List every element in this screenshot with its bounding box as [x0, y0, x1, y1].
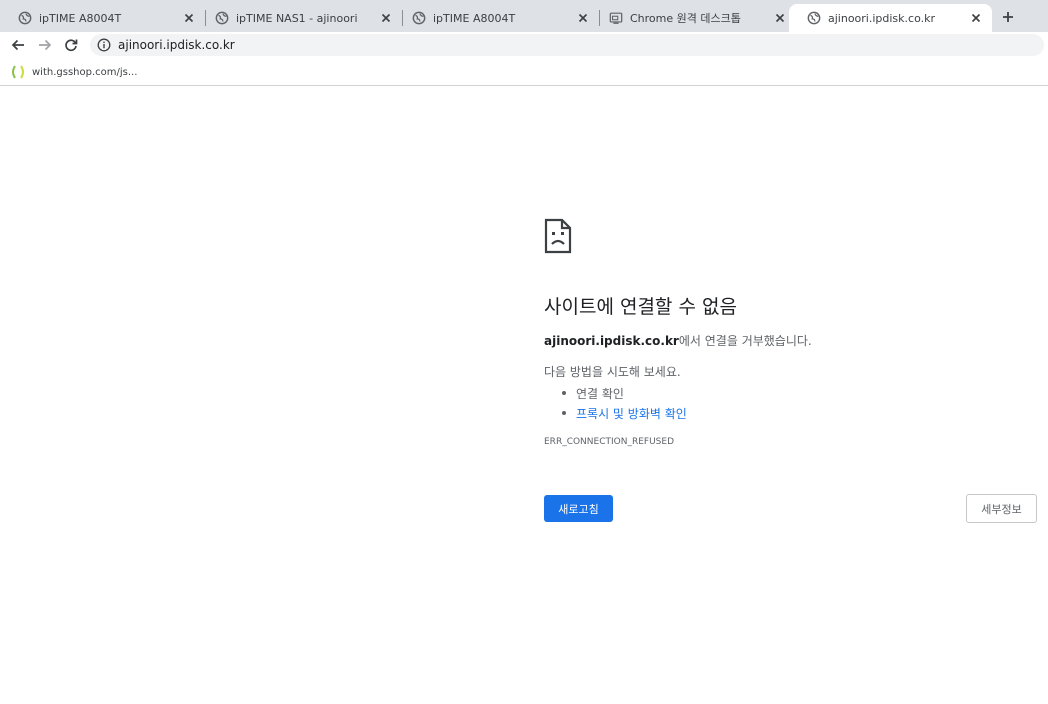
suggestions-heading: 다음 방법을 시도해 보세요. — [544, 365, 681, 379]
tab-iptime-nas1[interactable]: ipTIME NAS1 - ajinoori — [197, 4, 403, 32]
tab-title: ipTIME A8004T — [39, 11, 122, 25]
suggestion-proxy-firewall-link[interactable]: 프록시 및 방화벽 확인 — [576, 405, 687, 422]
error-description-suffix: 에서 연결을 거부했습니다. — [678, 334, 812, 348]
tab-title: ipTIME NAS1 - ajinoori — [236, 11, 358, 25]
back-arrow-icon — [11, 39, 24, 51]
close-icon[interactable] — [575, 10, 591, 26]
error-description: ajinoori.ipdisk.co.kr에서 연결을 거부했습니다. — [544, 332, 812, 349]
tab-title: ajinoori.ipdisk.co.kr — [828, 11, 936, 25]
bullet-icon — [562, 391, 566, 395]
address-bar[interactable]: ajinoori.ipdisk.co.kr — [90, 34, 1044, 56]
info-icon[interactable] — [97, 38, 111, 52]
globe-icon — [18, 11, 32, 25]
globe-icon — [412, 11, 426, 25]
url-text: ajinoori.ipdisk.co.kr — [118, 38, 235, 52]
tab-iptime-a8004t-1[interactable]: ipTIME A8004T — [0, 4, 206, 32]
suggestions-list: 연결 확인 프록시 및 방화벽 확인 — [562, 383, 687, 423]
close-icon[interactable] — [772, 10, 788, 26]
tab-title: Chrome 원격 데스크톱 — [630, 12, 741, 25]
tab-chrome-remote-desktop[interactable]: Chrome 원격 데스크톱 — [591, 4, 796, 32]
back-button[interactable] — [8, 35, 28, 55]
suggestion-check-connection: 연결 확인 — [576, 386, 624, 401]
reload-button[interactable]: 새로고침 — [544, 495, 613, 522]
list-item: 프록시 및 방화벽 확인 — [562, 403, 687, 423]
bullet-icon — [562, 411, 566, 415]
bookmark-label: with.gsshop.com/js... — [32, 66, 138, 78]
error-code: ERR_CONNECTION_REFUSED — [544, 437, 674, 447]
close-icon[interactable] — [968, 10, 984, 26]
tab-strip: ipTIME A8004T ipTIME NAS1 - ajinoori ipT… — [0, 0, 1048, 32]
list-item: 연결 확인 — [562, 383, 687, 403]
details-button[interactable]: 세부정보 — [966, 494, 1037, 523]
reload-icon — [65, 39, 78, 52]
sad-page-icon — [544, 218, 572, 254]
tab-iptime-a8004t-2[interactable]: ipTIME A8004T — [394, 4, 600, 32]
bookmark-favicon-icon — [12, 65, 24, 79]
new-tab-button[interactable] — [996, 6, 1020, 28]
close-icon[interactable] — [378, 10, 394, 26]
reload-toolbar-button[interactable] — [61, 35, 81, 55]
tab-ajinoori-active[interactable]: ajinoori.ipdisk.co.kr — [789, 4, 992, 32]
forward-button[interactable] — [35, 35, 55, 55]
toolbar: ajinoori.ipdisk.co.kr — [0, 32, 1048, 58]
error-title: 사이트에 연결할 수 없음 — [544, 296, 737, 318]
globe-icon — [807, 11, 821, 25]
tab-title: ipTIME A8004T — [433, 11, 516, 25]
remote-desktop-icon — [609, 12, 623, 24]
globe-icon — [215, 11, 229, 25]
forward-arrow-icon — [39, 39, 52, 51]
bookmarks-bar: with.gsshop.com/js... — [0, 58, 1048, 86]
error-host: ajinoori.ipdisk.co.kr — [544, 334, 679, 348]
bookmark-item[interactable]: with.gsshop.com/js... — [10, 65, 137, 79]
plus-icon — [1003, 12, 1013, 22]
close-icon[interactable] — [181, 10, 197, 26]
